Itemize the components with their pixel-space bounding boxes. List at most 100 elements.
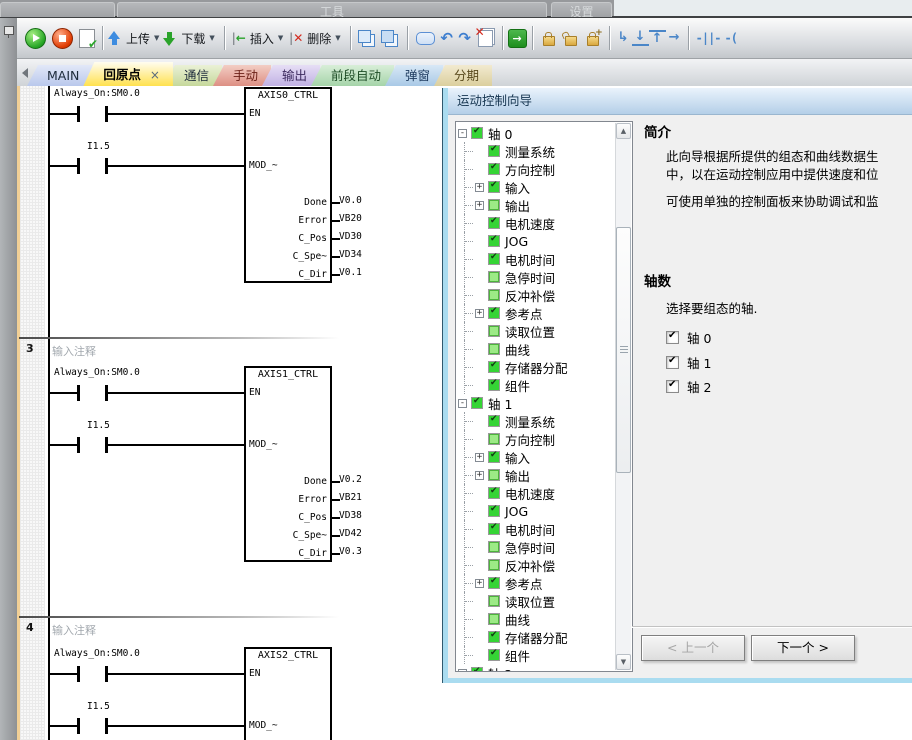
tree-axis-row[interactable]: -轴 1: [458, 394, 615, 412]
contact-bar[interactable]: [105, 106, 108, 122]
tree-item-row[interactable]: 曲线: [464, 610, 615, 628]
axis-checkbox[interactable]: [666, 380, 679, 393]
network-comment[interactable]: 输入注释: [52, 622, 96, 638]
contact-bar[interactable]: [105, 158, 108, 174]
tree-checkbox[interactable]: [488, 469, 500, 481]
block-output-value[interactable]: VD30: [339, 231, 362, 242]
tree-checkbox[interactable]: [488, 487, 500, 499]
compile-icon[interactable]: [79, 29, 95, 48]
contact-bar[interactable]: [77, 158, 80, 174]
tree-checkbox[interactable]: [488, 613, 500, 625]
contact1-label[interactable]: Always_On:SM0.0: [54, 367, 140, 378]
contact2-label[interactable]: I1.5: [87, 420, 110, 431]
tree-checkbox[interactable]: [488, 631, 500, 643]
tree-item-row[interactable]: 存储器分配: [464, 358, 615, 376]
block-output-value[interactable]: VB20: [339, 213, 362, 224]
tree-checkbox[interactable]: [488, 379, 500, 391]
tree-item-row[interactable]: 测量系统: [464, 412, 615, 430]
tree-item-row[interactable]: 读取位置: [464, 592, 615, 610]
tree-item-row[interactable]: 方向控制: [464, 160, 615, 178]
tree-item-row[interactable]: +参考点: [464, 574, 615, 592]
block-output-value[interactable]: V0.0: [339, 195, 362, 206]
contact-bar[interactable]: [105, 666, 108, 682]
ribbon-tab-partial[interactable]: [0, 2, 115, 17]
tab-MAIN[interactable]: MAIN: [27, 65, 92, 86]
contact2-label[interactable]: I1.5: [87, 141, 110, 152]
axis-checkbox-row[interactable]: 轴 0: [666, 328, 711, 347]
tree-item-row[interactable]: 急停时间: [464, 268, 615, 286]
tree-checkbox[interactable]: [488, 253, 500, 265]
tree-checkbox[interactable]: [488, 559, 500, 571]
tree-axis-row[interactable]: -轴 0: [458, 124, 615, 142]
selection-box-icon[interactable]: [416, 32, 435, 45]
scrollbar-thumb[interactable]: [616, 227, 631, 473]
insert-icon[interactable]: |←: [230, 31, 248, 45]
goto-icon[interactable]: →: [508, 29, 527, 48]
tree-checkbox[interactable]: [488, 163, 500, 175]
stop-icon[interactable]: [52, 28, 73, 49]
tree-item-row[interactable]: 组件: [464, 646, 615, 664]
tree-item-row[interactable]: +输出: [464, 466, 615, 484]
tree-checkbox[interactable]: [488, 541, 500, 553]
download-button[interactable]: 下载: [181, 30, 205, 47]
next-button[interactable]: 下一个 >: [751, 635, 855, 661]
block-output-value[interactable]: VD42: [339, 528, 362, 539]
tree-item-row[interactable]: 反冲补偿: [464, 286, 615, 304]
insert-dropdown-icon[interactable]: ▼: [278, 34, 283, 42]
contact-bar[interactable]: [77, 666, 80, 682]
block-output-value[interactable]: V0.1: [339, 267, 362, 278]
tree-item-row[interactable]: 读取位置: [464, 322, 615, 340]
block-output-value[interactable]: V0.3: [339, 546, 362, 557]
tree-item-row[interactable]: JOG: [464, 502, 615, 520]
tree-axis-row[interactable]: -轴 2: [458, 664, 615, 672]
download-arrow-icon[interactable]: [163, 31, 176, 46]
tree-checkbox[interactable]: [488, 145, 500, 157]
tree-checkbox[interactable]: [488, 271, 500, 283]
axis-checkbox-row[interactable]: 轴 2: [666, 377, 711, 396]
tree-checkbox[interactable]: [488, 523, 500, 535]
contact-bar[interactable]: [105, 718, 108, 734]
delete-icon[interactable]: |✕: [287, 31, 305, 45]
lock-add-icon[interactable]: [587, 36, 599, 46]
tree-item-row[interactable]: 急停时间: [464, 538, 615, 556]
tree-expander-plus-icon[interactable]: +: [475, 183, 484, 192]
tree-checkbox[interactable]: [488, 361, 500, 373]
tree-expander-minus-icon[interactable]: -: [458, 669, 467, 673]
tree-checkbox[interactable]: [488, 307, 500, 319]
coil-icon[interactable]: -(: [725, 31, 737, 45]
redo-icon[interactable]: ↷: [456, 31, 474, 46]
cascade-view-icon[interactable]: [358, 30, 371, 43]
tree-item-row[interactable]: +输入: [464, 178, 615, 196]
contact-bar[interactable]: [77, 106, 80, 122]
wizard-tree-box[interactable]: -轴 0测量系统方向控制+输入+输出电机速度JOG电机时间急停时间反冲补偿+参考…: [455, 121, 633, 672]
block-output-value[interactable]: V0.2: [339, 474, 362, 485]
tree-expander-plus-icon[interactable]: +: [475, 471, 484, 480]
tree-item-row[interactable]: 电机速度: [464, 214, 615, 232]
upload-arrow-icon[interactable]: [108, 31, 121, 46]
line-right-icon[interactable]: →: [666, 31, 683, 45]
network-comment[interactable]: 输入注释: [52, 343, 96, 359]
tree-checkbox[interactable]: [488, 451, 500, 463]
tree-scrollbar[interactable]: ▲ ▼: [615, 123, 631, 670]
tree-item-row[interactable]: 反冲补偿: [464, 556, 615, 574]
ladder-network[interactable]: 3输入注释Always_On:SM0.0I1.5AXIS1_CTRLENMOD_…: [17, 337, 457, 616]
cascade-list-icon[interactable]: [381, 30, 394, 43]
tree-checkbox[interactable]: [488, 217, 500, 229]
tab-close-icon[interactable]: ×: [150, 68, 160, 82]
contact-bar[interactable]: [77, 718, 80, 734]
delete-page-icon[interactable]: [478, 30, 493, 47]
tree-checkbox[interactable]: [488, 433, 500, 445]
tree-item-row[interactable]: 测量系统: [464, 142, 615, 160]
axis-checkbox-row[interactable]: 轴 1: [666, 353, 711, 372]
tree-item-row[interactable]: 电机时间: [464, 520, 615, 538]
axis-checkbox[interactable]: [666, 331, 679, 344]
tab-前段自动[interactable]: 前段自动: [311, 65, 394, 86]
instruction-block[interactable]: AXIS2_CTRLENMOD_~: [244, 647, 332, 740]
undo-icon[interactable]: ↶: [438, 31, 456, 46]
tree-item-row[interactable]: +输入: [464, 448, 615, 466]
tree-expander-minus-icon[interactable]: -: [458, 399, 467, 408]
upload-dropdown-icon[interactable]: ▼: [154, 34, 159, 42]
tree-expander-plus-icon[interactable]: +: [475, 309, 484, 318]
ladder-network[interactable]: Always_On:SM0.0I1.5AXIS0_CTRLENMOD_~Done…: [17, 86, 457, 337]
tree-expander-plus-icon[interactable]: +: [475, 201, 484, 210]
